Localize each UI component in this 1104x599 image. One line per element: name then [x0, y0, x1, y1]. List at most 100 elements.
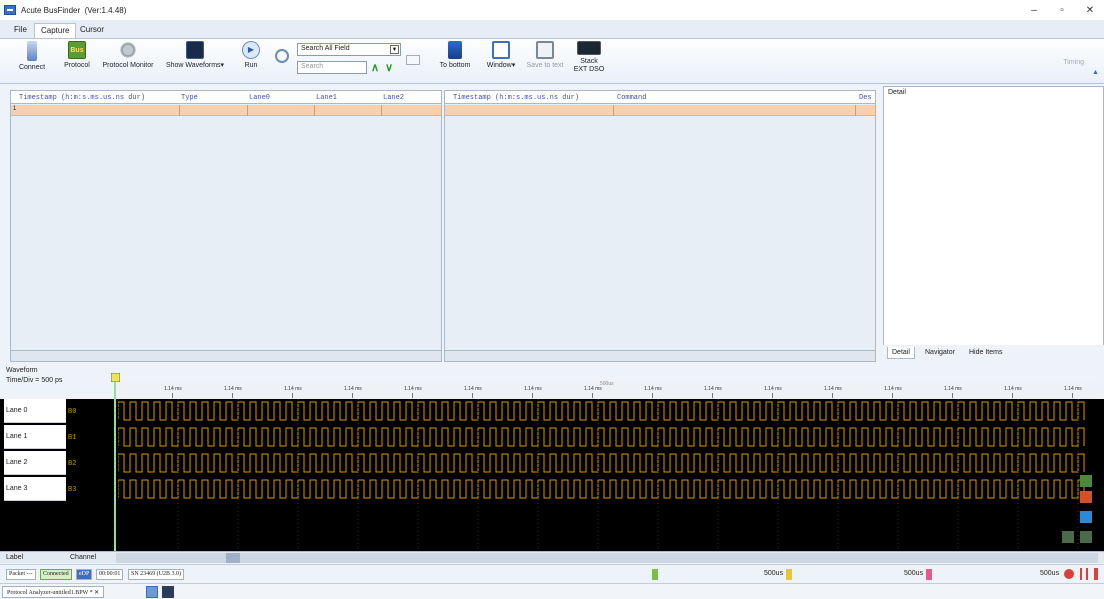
collapse-ribbon-icon[interactable]: ▲ — [1092, 69, 1100, 76]
marker-c-icon[interactable] — [926, 569, 932, 580]
pause-icon[interactable] — [1080, 568, 1088, 580]
search-field-select[interactable]: Search All Field ▼ — [297, 43, 401, 56]
table-row[interactable] — [445, 105, 875, 116]
marker-b-icon[interactable] — [786, 569, 792, 580]
ruler-tick-label: 1.14 ms — [1064, 386, 1082, 392]
ruler-tick-label: 1.14 ms — [824, 386, 842, 392]
minimize-icon[interactable]: – — [1020, 0, 1048, 20]
title-bar: Acute BusFinder (Ver:1.4.48) – ▫ ✕ — [0, 0, 1104, 20]
cursor-flag-icon[interactable] — [111, 373, 120, 382]
table-row[interactable]: 1 — [11, 105, 441, 116]
lane-label[interactable]: Lane 2 — [4, 451, 66, 475]
search-up-icon[interactable]: ∧ — [371, 61, 379, 74]
detail-panel: Detail — [883, 86, 1104, 361]
marker-red-icon[interactable] — [1080, 491, 1092, 503]
scroll-thumb[interactable] — [226, 553, 240, 563]
protocol-button[interactable]: Bus Protocol — [60, 41, 94, 70]
col-lane2[interactable]: Lane2 — [383, 94, 404, 102]
to-bottom-button[interactable]: To bottom — [437, 41, 473, 70]
oscilloscope-icon — [577, 41, 601, 55]
channel-column-header: Channel — [70, 554, 97, 561]
tab-detail[interactable]: Detail — [887, 347, 915, 359]
ruler-tick-label: 1.14 ms — [944, 386, 962, 392]
chevron-down-icon: ▼ — [390, 45, 399, 54]
ruler-tick-label: 1.14 ms — [284, 386, 302, 392]
col-lane0[interactable]: Lane0 — [249, 94, 270, 102]
zoom-in-icon[interactable] — [1062, 531, 1074, 543]
page-spinner[interactable] — [406, 55, 420, 65]
ruler-tick — [1012, 393, 1013, 398]
waveform-area[interactable]: Lane 0 Lane 1 Lane 2 Lane 3 B0 B1 B2 B3 — [0, 399, 1104, 551]
search-input[interactable]: Search — [297, 61, 367, 74]
horizontal-scrollbar[interactable] — [11, 350, 441, 361]
col-description[interactable]: Des — [859, 94, 872, 102]
col-timestamp[interactable]: Timestamp (h:m:s.ms.us.ns dur) — [453, 94, 579, 102]
search-icon[interactable] — [275, 49, 295, 63]
connect-button[interactable]: Connect — [14, 41, 50, 72]
restore-icon[interactable]: ▫ — [1048, 0, 1076, 20]
ruler-tick — [232, 393, 233, 398]
lane-label[interactable]: Lane 0 — [4, 399, 66, 423]
tab-capture[interactable]: Capture — [34, 23, 77, 38]
col-command[interactable]: Command — [617, 94, 646, 102]
usb-plug-icon — [27, 41, 37, 61]
tab-hide-items[interactable]: Hide Items — [965, 347, 1006, 358]
new-document-icon[interactable] — [146, 586, 158, 598]
lane-label[interactable]: Lane 1 — [4, 425, 66, 449]
ruler-tick — [292, 393, 293, 398]
lane-channel: B2 — [68, 460, 77, 468]
play-icon: ▶ — [242, 41, 260, 59]
tab-file[interactable]: File — [8, 23, 33, 38]
ruler-tick — [712, 393, 713, 398]
zoom-out-icon[interactable] — [1080, 531, 1092, 543]
ruler-tick-label: 1.14 ms — [224, 386, 242, 392]
lane-trace-3 — [118, 479, 1085, 499]
ruler-tick-label: 1.14 ms — [164, 386, 182, 392]
marker-blue-icon[interactable] — [1080, 511, 1092, 523]
protocol-monitor-button[interactable]: Protocol Monitor — [100, 41, 156, 70]
save-to-text-button[interactable]: Save to text — [526, 41, 564, 70]
stop-icon[interactable] — [1094, 568, 1098, 580]
lane-channel: B0 — [68, 408, 77, 416]
waveform-title: Waveform — [6, 367, 38, 374]
time-ruler[interactable]: 1.14 ms 1.14 ms 1.14 ms 1.14 ms 1.14 ms 1.14 … — [116, 381, 1100, 399]
close-icon[interactable]: ✕ — [1076, 0, 1104, 20]
ruler-tick — [832, 393, 833, 398]
tab-cursor[interactable]: Cursor — [74, 23, 110, 38]
timing-readout-2: 500us — [904, 570, 924, 577]
ruler-tick — [952, 393, 953, 398]
ruler-tick-label: 1.14 ms — [464, 386, 482, 392]
col-type[interactable]: Type — [181, 94, 198, 102]
ruler-center-label: 500us — [600, 381, 614, 387]
marker-green-icon[interactable] — [1080, 475, 1092, 487]
col-lane1[interactable]: Lane1 — [316, 94, 337, 102]
time-div-readout[interactable]: Time/Div = 500 ps — [6, 377, 62, 384]
show-waveforms-button[interactable]: Show Waveforms▾ — [162, 41, 228, 70]
ruler-tick-label: 1.14 ms — [644, 386, 662, 392]
clock-icon[interactable] — [1064, 569, 1074, 579]
lane-trace-0 — [118, 401, 1085, 421]
window-button[interactable]: Window▾ — [484, 41, 518, 70]
waveform-view-icon[interactable] — [162, 586, 174, 598]
cursor-line[interactable] — [114, 375, 116, 551]
status-bar: Packet --- Connected eDP 00:00:01 SN 234… — [0, 564, 1104, 582]
stack-ext-dso-button[interactable]: Stack EXT DSO — [570, 41, 608, 74]
waveform-traces — [118, 399, 1085, 551]
label-column-header: Label — [6, 554, 24, 561]
edp-badge: eDP — [76, 569, 93, 580]
tab-navigator[interactable]: Navigator — [921, 347, 959, 358]
menu-bar: File Capture Cursor — [0, 20, 1104, 38]
waveform-icon — [186, 41, 204, 59]
run-button[interactable]: ▶ Run — [238, 41, 264, 70]
col-timestamp[interactable]: Timestamp (h:m:s.ms.us.ns dur) — [19, 94, 145, 102]
ruler-tick — [652, 393, 653, 398]
marker-a-icon[interactable] — [652, 569, 658, 580]
waveform-scrollbar[interactable] — [116, 553, 1098, 563]
ruler-tick — [772, 393, 773, 398]
ruler-tick — [412, 393, 413, 398]
document-tab[interactable]: Protocol Analyzer-untitled1.BPW * ✕ — [2, 586, 105, 598]
lane-label[interactable]: Lane 3 — [4, 477, 66, 501]
ruler-tick — [532, 393, 533, 398]
search-down-icon[interactable]: ∨ — [385, 61, 393, 74]
horizontal-scrollbar[interactable] — [445, 350, 875, 361]
